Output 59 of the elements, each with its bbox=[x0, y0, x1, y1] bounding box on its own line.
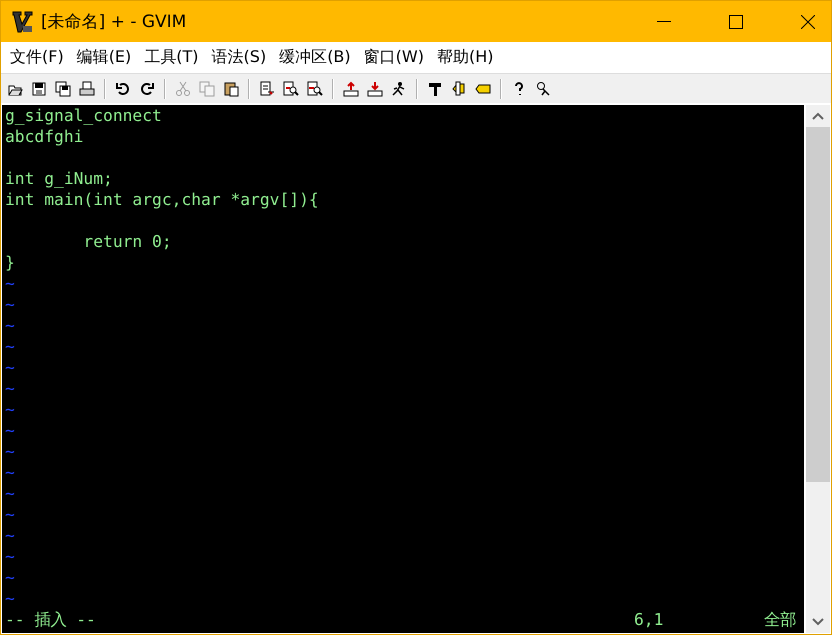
empty-line-marker: ~ bbox=[5, 567, 16, 588]
empty-line-marker: ~ bbox=[5, 315, 16, 336]
empty-line-marker: ~ bbox=[5, 336, 16, 357]
empty-line-marker: ~ bbox=[5, 294, 16, 315]
upload-icon bbox=[343, 80, 359, 96]
magnifier-icon bbox=[535, 80, 551, 96]
scroll-thumb[interactable] bbox=[806, 127, 830, 482]
undo-icon bbox=[115, 80, 131, 96]
menu-item[interactable]: 工具(T) bbox=[139, 47, 204, 68]
hammer-icon bbox=[427, 80, 443, 96]
menu-item[interactable]: 缓冲区(B) bbox=[274, 47, 356, 68]
chevron-up-icon bbox=[812, 112, 824, 120]
code-line: abcdfghi bbox=[5, 126, 84, 147]
empty-line-marker: ~ bbox=[5, 546, 16, 567]
minimize-icon bbox=[657, 21, 671, 22]
vim-logo-icon bbox=[11, 10, 33, 34]
empty-line-marker: ~ bbox=[5, 504, 16, 525]
empty-line-marker: ~ bbox=[5, 462, 16, 483]
empty-line-marker: ~ bbox=[5, 483, 16, 504]
window-title: [未命名] + - GVIM bbox=[41, 11, 188, 33]
maximize-icon bbox=[729, 14, 743, 28]
download-icon bbox=[367, 80, 383, 96]
empty-line-marker: ~ bbox=[5, 273, 16, 294]
redo-icon bbox=[139, 80, 155, 96]
document-search-icon bbox=[307, 80, 323, 96]
document-arrow-icon bbox=[259, 80, 275, 96]
save-all-icon bbox=[55, 80, 71, 96]
empty-line-marker: ~ bbox=[5, 525, 16, 546]
running-figure-icon bbox=[391, 80, 407, 96]
empty-line-marker: ~ bbox=[5, 378, 16, 399]
menu-item[interactable]: 编辑(E) bbox=[72, 47, 136, 68]
text-editor[interactable]: g_signal_connect abcdfghi int g_iNum; int main(int argc,char *argv[]){ return 0; } ~ ~ ~ ~ ~ ~ ~ ~ ~ ~ ~ ~ ~ ~ ~ ~ -- 插入 -- 6,1 全部 bbox=[2, 105, 804, 633]
code-line: int main(int argc,char *argv[]){ bbox=[5, 189, 320, 210]
paste-icon bbox=[223, 80, 239, 96]
empty-line-marker: ~ bbox=[5, 588, 16, 609]
empty-line-marker: ~ bbox=[5, 441, 16, 462]
code-line: int g_iNum; bbox=[5, 168, 114, 189]
menu-item[interactable]: 帮助(H) bbox=[432, 47, 498, 68]
empty-line-marker: ~ bbox=[5, 399, 16, 420]
chevron-down-icon bbox=[812, 618, 824, 626]
scroll-bar[interactable] bbox=[806, 105, 830, 633]
scissors-icon bbox=[175, 80, 191, 96]
document-search-icon bbox=[283, 80, 299, 96]
copy-icon bbox=[199, 80, 215, 96]
mode-indicator: -- 插入 -- bbox=[5, 609, 96, 630]
close-icon bbox=[801, 14, 815, 28]
code-line: } bbox=[5, 252, 16, 273]
tag-document-icon bbox=[451, 80, 467, 96]
menu-item[interactable]: 语法(S) bbox=[206, 47, 272, 68]
menu-item[interactable]: 窗口(W) bbox=[358, 47, 429, 68]
empty-line-marker: ~ bbox=[5, 420, 16, 441]
code-line: return 0; bbox=[82, 231, 173, 252]
menu-item[interactable]: 文件(F) bbox=[5, 47, 69, 68]
scroll-position: 全部 bbox=[764, 609, 796, 630]
code-line: g_signal_connect bbox=[5, 105, 163, 126]
save-icon bbox=[31, 80, 47, 96]
empty-line-marker: ~ bbox=[5, 357, 16, 378]
print-icon bbox=[79, 80, 95, 96]
cursor-position: 6,1 bbox=[634, 609, 664, 630]
